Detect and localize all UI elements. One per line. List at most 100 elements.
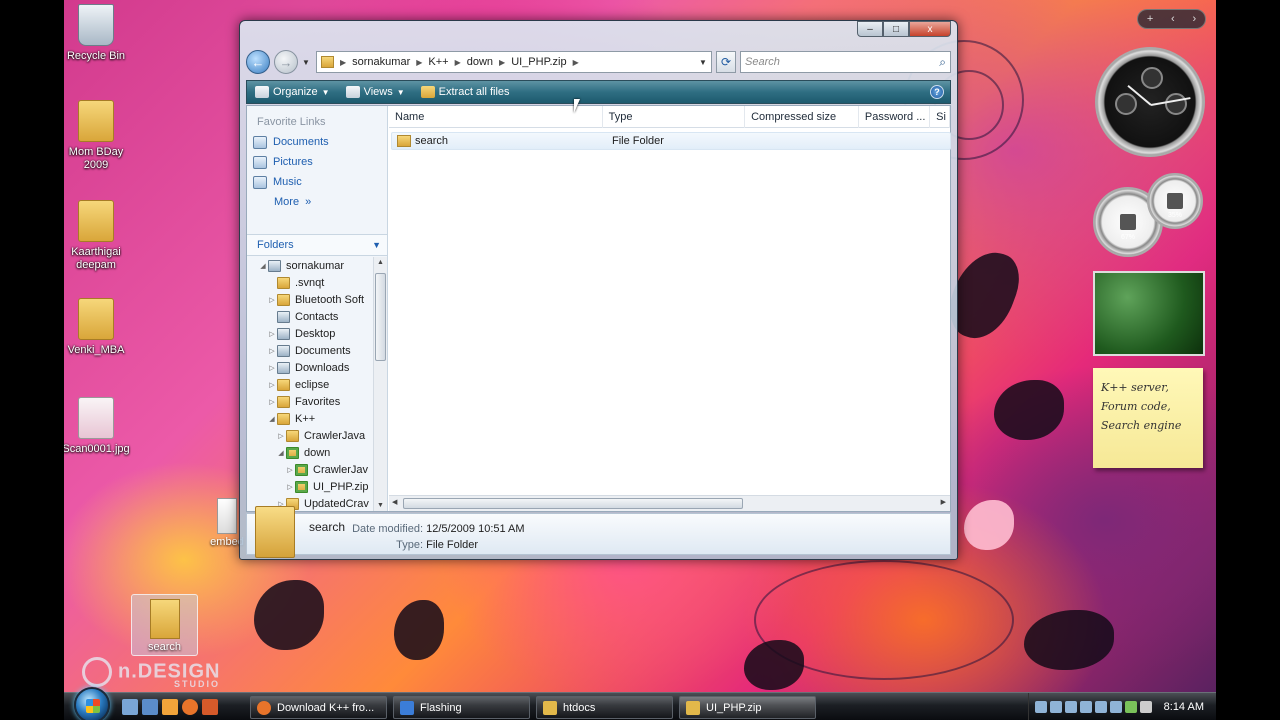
column-password[interactable]: Password ...	[859, 106, 931, 128]
tree-item[interactable]: ▷ UI_PHP.zip	[247, 478, 373, 495]
tree-item[interactable]: Contacts	[247, 308, 373, 325]
add-gadget-button[interactable]: +	[1147, 13, 1153, 25]
minimize-button[interactable]: –	[857, 21, 883, 37]
expand-toggle-icon[interactable]: ◢	[258, 262, 268, 270]
task-button-htdocs[interactable]: htdocs	[536, 696, 673, 719]
tree-item[interactable]: ▷ Favorites	[247, 393, 373, 410]
breadcrumb-kpp[interactable]: K++	[428, 56, 448, 68]
maximize-button[interactable]: □	[883, 21, 909, 37]
tray-icon[interactable]	[1065, 701, 1077, 713]
help-button[interactable]: ?	[930, 85, 944, 99]
expand-toggle-icon[interactable]: ▷	[285, 466, 295, 474]
folders-header[interactable]: Folders ▼	[247, 234, 387, 256]
column-size[interactable]: Si	[930, 106, 950, 128]
expand-toggle-icon[interactable]: ◢	[276, 449, 286, 457]
task-button-download[interactable]: Download K++ fro...	[250, 696, 387, 719]
expand-toggle-icon[interactable]: ▷	[267, 296, 277, 304]
explorer-window[interactable]: – □ x ← → ▼ ▶ sornakumar ▶ K++ ▶ down ▶ …	[239, 20, 958, 560]
column-name[interactable]: Name	[389, 106, 603, 128]
tree-item[interactable]: ◢ K++	[247, 410, 373, 427]
favorite-link-music[interactable]: Music	[247, 172, 387, 192]
search-input[interactable]: Search ⌕	[740, 51, 951, 73]
scroll-thumb[interactable]	[375, 273, 386, 361]
gadget-prev-button[interactable]: ‹	[1171, 13, 1175, 25]
media-player-icon[interactable]	[162, 699, 178, 715]
desktop-icon-scan0001[interactable]: Scan0001.jpg	[64, 397, 131, 456]
tree-scrollbar[interactable]: ▲ ▼	[373, 257, 387, 511]
slideshow-gadget[interactable]	[1093, 271, 1205, 356]
scroll-up-icon[interactable]: ▲	[377, 259, 384, 266]
expand-toggle-icon[interactable]: ▷	[276, 432, 286, 440]
organize-button[interactable]: Organize ▼	[247, 81, 338, 103]
expand-toggle-icon[interactable]: ▷	[267, 398, 277, 406]
tray-icon[interactable]	[1050, 701, 1062, 713]
extract-all-button[interactable]: Extract all files	[413, 81, 518, 103]
refresh-button[interactable]: ⟳	[716, 51, 736, 73]
gadget-next-button[interactable]: ›	[1192, 13, 1196, 25]
file-row[interactable]: search File Folder	[391, 132, 951, 150]
tree-item[interactable]: .svnqt	[247, 274, 373, 291]
tree-item[interactable]: ▷ CrawlerJav	[247, 461, 373, 478]
network-icon[interactable]	[1125, 701, 1137, 713]
tray-icon[interactable]	[1035, 701, 1047, 713]
scroll-right-icon[interactable]: ▶	[941, 498, 946, 506]
tree-item[interactable]: ▷ CrawlerJava	[247, 427, 373, 444]
switch-windows-icon[interactable]	[142, 699, 158, 715]
breadcrumb-sornakumar[interactable]: sornakumar	[352, 56, 410, 68]
breadcrumb-ui-php-zip[interactable]: UI_PHP.zip	[511, 56, 566, 68]
start-button[interactable]	[74, 687, 110, 720]
tree-item[interactable]: ▷ Bluetooth Soft	[247, 291, 373, 308]
desktop-icon-kaarthigai[interactable]: Kaarthigai deepam	[64, 200, 131, 272]
favorite-link-pictures[interactable]: Pictures	[247, 152, 387, 172]
notes-gadget[interactable]: K++ server, Forum code, Search engine	[1093, 368, 1203, 468]
breadcrumb-down[interactable]: down	[467, 56, 493, 68]
favorite-links-more[interactable]: More »	[247, 192, 387, 212]
tray-icon[interactable]	[1095, 701, 1107, 713]
tray-icon[interactable]	[1080, 701, 1092, 713]
wallpaper-leaf	[394, 600, 444, 660]
favorite-link-documents[interactable]: Documents	[247, 132, 387, 152]
tree-item[interactable]: ◢ sornakumar	[247, 257, 373, 274]
column-type[interactable]: Type	[603, 106, 746, 128]
expand-toggle-icon[interactable]: ▷	[267, 330, 277, 338]
recent-pages-button[interactable]: ▼	[302, 58, 312, 67]
expand-toggle-icon[interactable]: ▷	[267, 347, 277, 355]
desktop-icon-venki-mba[interactable]: Venki_MBA	[64, 298, 131, 357]
show-desktop-icon[interactable]	[122, 699, 138, 715]
tree-item[interactable]: ▷ Downloads	[247, 359, 373, 376]
scroll-left-icon[interactable]: ◀	[392, 498, 397, 506]
tree-item[interactable]: ▷ eclipse	[247, 376, 373, 393]
scroll-thumb[interactable]	[403, 498, 743, 509]
clock-time[interactable]: 8:14 AM	[1164, 701, 1204, 713]
app-launcher-icon[interactable]	[202, 699, 218, 715]
address-bar[interactable]: ▶ sornakumar ▶ K++ ▶ down ▶ UI_PHP.zip ▶…	[316, 51, 712, 73]
desktop-icon-search[interactable]: search	[131, 594, 198, 656]
close-button[interactable]: x	[909, 21, 951, 37]
desktop-icon-mom-bday[interactable]: Mom BDay 2009	[64, 100, 131, 172]
address-dropdown-button[interactable]: ▼	[695, 58, 711, 67]
back-button[interactable]: ←	[246, 50, 270, 74]
expand-toggle-icon[interactable]: ▷	[285, 483, 295, 491]
memory-meter-gadget[interactable]: 35%	[1147, 173, 1203, 229]
tree-item[interactable]: ▷ Documents	[247, 342, 373, 359]
wallpaper-flower	[964, 500, 1014, 550]
tree-item[interactable]: ◢ down	[247, 444, 373, 461]
expand-toggle-icon[interactable]: ▷	[267, 364, 277, 372]
desktop-icon-recycle-bin[interactable]: Recycle Bin	[64, 4, 131, 63]
expand-toggle-icon[interactable]: ◢	[267, 415, 277, 423]
firefox-icon[interactable]	[182, 699, 198, 715]
tray-icon[interactable]	[1110, 701, 1122, 713]
scroll-down-icon[interactable]: ▼	[377, 502, 384, 509]
horizontal-scrollbar[interactable]: ◀ ▶	[389, 495, 950, 511]
views-button[interactable]: Views ▼	[338, 81, 413, 103]
task-button-flashing[interactable]: Flashing	[393, 696, 530, 719]
tree-item[interactable]: ▷ Desktop	[247, 325, 373, 342]
recycle-bin-icon	[78, 4, 114, 46]
expand-toggle-icon[interactable]: ▷	[267, 381, 277, 389]
task-button-ui-php-zip[interactable]: UI_PHP.zip	[679, 696, 816, 719]
clock-gadget[interactable]	[1095, 47, 1205, 157]
volume-icon[interactable]	[1140, 701, 1152, 713]
forward-button[interactable]: →	[274, 50, 298, 74]
column-compressed-size[interactable]: Compressed size	[745, 106, 859, 128]
search-icon[interactable]: ⌕	[939, 55, 946, 70]
